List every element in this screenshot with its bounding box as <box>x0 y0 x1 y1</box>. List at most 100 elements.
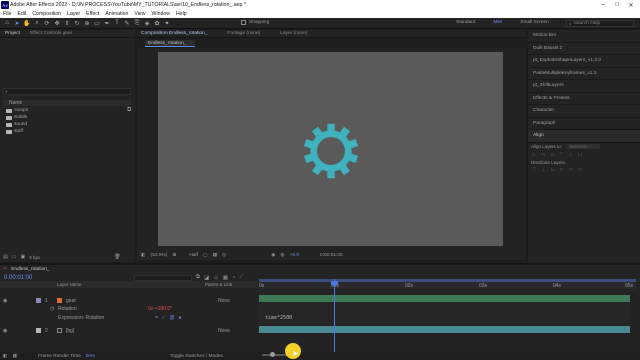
time-ruler[interactable]: 0s 01s 02s 03s 04s 05s <box>259 279 636 289</box>
bpc-label[interactable]: 8 bpc <box>29 255 40 260</box>
gear-icon[interactable] <box>298 118 364 184</box>
table-row[interactable]: ◉ 2 [bg] None <box>0 328 258 335</box>
snapping-checkbox[interactable] <box>241 20 246 25</box>
new-folder-icon[interactable]: ▭ <box>12 254 17 260</box>
layer-name[interactable]: gear <box>66 298 76 304</box>
panel-character[interactable]: Character <box>528 105 640 118</box>
clone-tool-icon[interactable]: ⎘ <box>133 19 141 27</box>
tab-effect-controls[interactable]: Effect Controls gear <box>30 31 72 36</box>
tab-composition[interactable]: Composition Endless_rotation_ <box>141 31 207 36</box>
brush-tool-icon[interactable]: ✎ <box>123 19 131 27</box>
graph-icon[interactable]: ▦ <box>13 354 18 359</box>
playhead[interactable] <box>334 279 335 360</box>
menu-composition[interactable]: Composition <box>32 11 61 17</box>
rotation-value[interactable]: 0x +180.0° <box>148 306 172 312</box>
menu-edit[interactable]: Edit <box>17 11 26 17</box>
property-row[interactable]: ◷ Rotation 0x +180.0° <box>0 306 258 313</box>
snapping-control[interactable]: Snapping <box>241 20 269 25</box>
expression-pickwhip-icon[interactable]: @ <box>169 315 174 321</box>
list-item[interactable]: stuff <box>2 128 28 135</box>
pen-tool-icon[interactable]: ✒ <box>103 19 111 27</box>
list-item[interactable]: sound <box>2 121 28 128</box>
menu-layer[interactable]: Layer <box>67 11 80 17</box>
menu-view[interactable]: View <box>134 11 145 17</box>
mask-visibility-icon[interactable]: ◎ <box>222 253 226 258</box>
expression-language-icon[interactable]: ● <box>179 315 182 321</box>
align-hcenter-icon[interactable]: ⊓ <box>541 152 545 158</box>
panel-shift-layers[interactable]: pt_ShiftLayers <box>528 80 640 93</box>
expression-text[interactable]: time*2500 <box>265 315 292 321</box>
layer-name[interactable]: [bg] <box>66 328 74 334</box>
region-of-interest-icon[interactable]: ▢ <box>203 253 208 258</box>
comp-canvas[interactable] <box>158 52 503 246</box>
parent-dropdown[interactable]: None <box>218 298 230 304</box>
solo-icon[interactable]: ◧ <box>3 354 8 359</box>
orbit-camera-icon[interactable]: ⟳ <box>43 19 51 27</box>
workspace-mini[interactable]: Mini <box>493 20 502 25</box>
menu-effect[interactable]: Effect <box>86 11 99 17</box>
expression-graph-icon[interactable]: ⟋ <box>162 315 166 321</box>
home-icon[interactable]: ⌂ <box>3 19 11 27</box>
frame-blending-icon[interactable]: ▦ <box>223 275 228 281</box>
current-time[interactable]: 0:00:01:00 <box>4 275 32 281</box>
search-help-input[interactable]: ⌕ Search Help <box>566 20 634 27</box>
dolly-camera-icon[interactable]: ⇕ <box>63 19 71 27</box>
table-row[interactable]: ◉ 1 gear None <box>0 298 258 305</box>
layer-bar-bg[interactable] <box>259 326 630 333</box>
trash-icon[interactable]: 🗑 <box>114 254 120 260</box>
panel-paste-multiple-keyframes[interactable]: PasteMultipleKeyframes_v1.3 <box>528 68 640 80</box>
layer-bar-gear[interactable] <box>259 295 630 302</box>
workspace-standard[interactable]: Standard <box>456 20 475 25</box>
align-vcenter-icon[interactable]: ⊥ <box>569 152 573 158</box>
menu-animation[interactable]: Animation <box>105 11 128 17</box>
align-target-dropdown[interactable]: Selection <box>566 144 600 149</box>
tab-footage[interactable]: Footage (none) <box>227 31 260 36</box>
panel-effects-presets[interactable]: Effects & Presets <box>528 93 640 105</box>
close-icon[interactable]: ✕ <box>624 0 638 10</box>
expression-enable-icon[interactable]: = <box>155 315 158 321</box>
eye-icon[interactable]: ◉ <box>3 328 7 334</box>
panel-motion-bro[interactable]: Motion Bro <box>528 30 640 43</box>
list-item[interactable]: Solids <box>2 114 28 121</box>
work-area-bar[interactable] <box>259 279 636 282</box>
toggle-switches-modes[interactable]: Toggle Switches / Modes <box>170 354 223 359</box>
workspace-small-screen[interactable]: Small Screen <box>520 20 549 25</box>
distribute-bottom-icon[interactable]: ⊔ <box>551 167 555 173</box>
menu-window[interactable]: Window <box>152 11 170 17</box>
distribute-right-icon[interactable]: ⊐ <box>578 167 582 173</box>
project-column-header[interactable]: Name <box>3 100 131 106</box>
fit-icon[interactable]: ⊞ <box>172 253 176 258</box>
minimize-icon[interactable]: – <box>596 0 610 10</box>
puppet-tool-icon[interactable]: ✦ <box>163 19 171 27</box>
distribute-top-icon[interactable]: ⊤ <box>532 167 536 173</box>
anchor-tool-icon[interactable]: ⊕ <box>83 19 91 27</box>
zoom-dropdown[interactable]: (53.9%) <box>151 253 168 258</box>
flowchart-icon[interactable]: ⧉ <box>127 107 131 114</box>
graph-editor-icon[interactable]: ⟋ <box>239 274 243 281</box>
zoom-slider-handle[interactable] <box>270 352 275 357</box>
resolution-dropdown[interactable]: Half <box>189 253 198 258</box>
color-management-icon[interactable]: ◍ <box>280 253 284 258</box>
panel-paragraph[interactable]: Paragraph <box>528 118 640 130</box>
interpret-footage-icon[interactable]: ▤ <box>3 254 8 260</box>
panel-duik[interactable]: Duik Bassel.2 <box>528 43 640 55</box>
eraser-tool-icon[interactable]: ◈ <box>143 19 151 27</box>
distribute-hcenter-icon[interactable]: ⊓ <box>569 167 573 173</box>
panel-align-title[interactable]: Align <box>528 130 640 143</box>
distribute-left-icon[interactable]: ⊏ <box>560 167 564 173</box>
rectangle-tool-icon[interactable]: ▭ <box>93 19 101 27</box>
tab-project[interactable]: Project <box>5 31 20 36</box>
viewer-timecode[interactable]: 0:00:01:00 <box>320 253 343 258</box>
align-left-icon[interactable]: ⊏ <box>532 152 536 158</box>
panel-explode-shape-layers[interactable]: pt_ExplodeShapeLayers_v1.3.0 <box>528 55 640 68</box>
motion-blur-icon[interactable]: ◔ <box>232 275 235 281</box>
always-preview-icon[interactable]: ◧ <box>141 253 146 258</box>
comp-subtab[interactable]: Endless_rotation_ <box>145 40 195 47</box>
zoom-tool-icon[interactable]: ⌕ <box>33 19 41 27</box>
distribute-vcenter-icon[interactable]: ⊥ <box>541 167 545 173</box>
column-parent[interactable]: Parent & Link <box>205 282 232 287</box>
snapshot-icon[interactable]: ◉ <box>271 253 275 258</box>
selection-tool-icon[interactable]: ➤ <box>13 19 21 27</box>
transparency-grid-icon[interactable]: ▩ <box>212 253 217 258</box>
eye-icon[interactable]: ◉ <box>3 298 7 304</box>
